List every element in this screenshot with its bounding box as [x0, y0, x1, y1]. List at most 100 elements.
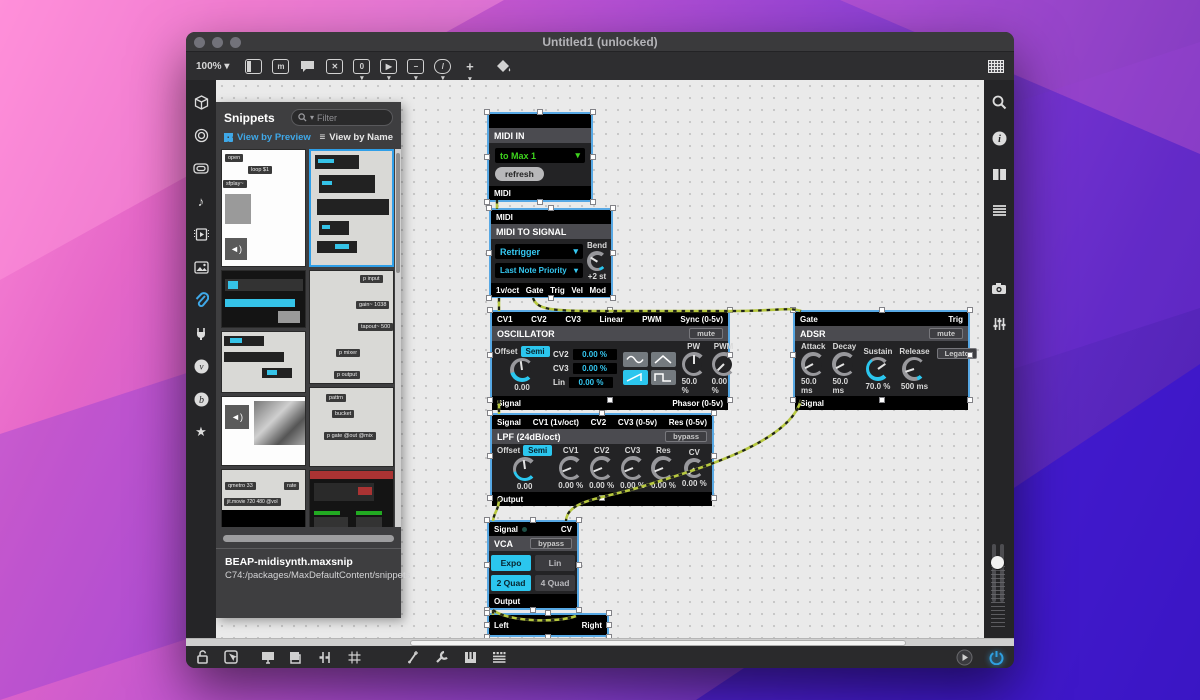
number-box-icon[interactable]: 0	[353, 59, 370, 74]
selection-handle[interactable]	[548, 205, 554, 211]
panel-hscrollbar[interactable]	[223, 535, 394, 542]
semi-toggle[interactable]: Semi	[523, 445, 552, 456]
selection-handle[interactable]	[530, 517, 536, 523]
view-by-name-tab[interactable]: ≡ View by Name	[319, 132, 393, 143]
lpf-cv1-knob[interactable]	[559, 456, 583, 480]
attack-knob[interactable]	[801, 352, 825, 376]
layers-icon[interactable]	[290, 651, 304, 664]
selection-handle[interactable]	[967, 307, 973, 313]
mute-button[interactable]: mute	[689, 328, 723, 339]
priority-dropdown[interactable]: Last Note Priority▾	[495, 263, 583, 278]
image-icon[interactable]	[193, 259, 209, 275]
cv2-numbox[interactable]: 0.00 %	[573, 349, 617, 360]
lpf-offset-knob[interactable]	[513, 457, 537, 481]
selection-handle[interactable]	[484, 610, 490, 616]
plug-icon[interactable]	[193, 325, 209, 341]
selection-handle[interactable]	[548, 295, 554, 301]
wave-square-button[interactable]	[651, 370, 676, 385]
dial-icon[interactable]: /	[434, 59, 451, 74]
selection-handle[interactable]	[484, 517, 490, 523]
add-object-icon[interactable]: +	[461, 59, 478, 74]
clip-player-icon[interactable]	[193, 226, 209, 242]
audio-play-icon[interactable]	[956, 649, 973, 666]
selection-handle[interactable]	[537, 199, 543, 205]
minimize-button[interactable]	[212, 37, 223, 48]
refresh-button[interactable]: refresh	[495, 167, 544, 181]
keypad-icon[interactable]	[492, 651, 506, 664]
selection-handle[interactable]	[790, 307, 796, 313]
cv3-numbox[interactable]: 0.00 %	[573, 363, 617, 374]
presentation-icon[interactable]	[261, 651, 275, 664]
module-adsr[interactable]: GateTrig ADSR mute Attack 50.0 ms Decay …	[793, 310, 970, 400]
select-mode-icon[interactable]	[224, 650, 238, 664]
align-icon[interactable]	[319, 651, 333, 664]
selection-handle[interactable]	[606, 622, 612, 628]
bypass-button[interactable]: bypass	[665, 431, 707, 442]
zoom-gain-slider[interactable]	[989, 544, 1009, 630]
sustain-knob[interactable]	[866, 357, 890, 381]
selection-handle[interactable]	[487, 352, 493, 358]
selection-handle[interactable]	[545, 610, 551, 616]
wave-saw-button[interactable]	[623, 370, 648, 385]
lpf-res-knob[interactable]	[651, 456, 675, 480]
selection-handle[interactable]	[576, 517, 582, 523]
selection-handle[interactable]	[599, 410, 605, 416]
selection-handle[interactable]	[610, 205, 616, 211]
selection-handle[interactable]	[590, 109, 596, 115]
package-icon[interactable]	[193, 94, 209, 110]
beap-icon[interactable]: b	[193, 391, 209, 407]
slider-handle[interactable]	[991, 556, 1004, 569]
lin-numbox[interactable]: 0.00 %	[569, 377, 613, 388]
selection-handle[interactable]	[727, 352, 733, 358]
slider-icon[interactable]: −	[407, 59, 424, 74]
module-vca[interactable]: Signal CV VCA bypass Expo Lin 2 Quad 4 Q…	[487, 520, 579, 610]
selection-handle[interactable]	[879, 307, 885, 313]
lpf-cv3-knob[interactable]	[621, 456, 645, 480]
lpf-cv-knob[interactable]	[684, 458, 704, 478]
mixer-sliders-icon[interactable]	[991, 316, 1007, 332]
favorites-star-icon[interactable]: ★	[193, 424, 209, 440]
selection-handle[interactable]	[879, 397, 885, 403]
view-by-preview-tab[interactable]: View by Preview	[224, 132, 311, 143]
selection-handle[interactable]	[484, 634, 490, 638]
music-note-icon[interactable]: ♪	[193, 193, 209, 209]
module-stereo[interactable]: LeftRight	[487, 613, 609, 637]
snapshot-camera-icon[interactable]	[991, 280, 1007, 296]
bend-knob[interactable]	[587, 251, 607, 271]
selection-handle[interactable]	[590, 154, 596, 160]
paint-bucket-icon[interactable]	[496, 59, 512, 73]
object-box-icon[interactable]: m	[272, 59, 289, 74]
selection-handle[interactable]	[606, 634, 612, 638]
unlock-icon[interactable]	[196, 650, 209, 664]
patcher-canvas[interactable]: MIDI IN to Max 1▾ refresh MIDI MIDI MIDI…	[216, 80, 984, 638]
snippet-thumb[interactable]	[221, 331, 306, 393]
comment-icon[interactable]	[299, 59, 316, 74]
lpf-cv2-knob[interactable]	[590, 456, 614, 480]
selection-handle[interactable]	[790, 352, 796, 358]
wrench-icon[interactable]	[435, 650, 449, 664]
panel-icon[interactable]	[245, 59, 262, 74]
snippet-thumb[interactable]: ◄)	[221, 396, 306, 466]
paperclip-snippets-icon[interactable]	[193, 292, 209, 308]
selection-handle[interactable]	[610, 295, 616, 301]
grid-snap-icon[interactable]	[348, 651, 361, 664]
vizzie-icon[interactable]: v	[193, 358, 209, 374]
selection-handle[interactable]	[711, 453, 717, 459]
selection-handle[interactable]	[486, 205, 492, 211]
pill-button-icon[interactable]	[193, 160, 209, 176]
selection-handle[interactable]	[606, 610, 612, 616]
selection-handle[interactable]	[711, 410, 717, 416]
release-knob[interactable]	[902, 357, 926, 381]
selection-handle[interactable]	[487, 307, 493, 313]
horizontal-scrollbar[interactable]	[186, 638, 1014, 646]
filter-input[interactable]	[317, 113, 381, 123]
rings-icon[interactable]	[193, 127, 209, 143]
toggle-icon[interactable]: ✕	[326, 59, 343, 74]
bypass-button[interactable]: bypass	[530, 538, 572, 549]
selection-handle[interactable]	[484, 622, 490, 628]
keyboard-icon[interactable]	[464, 651, 477, 664]
zoom-level-control[interactable]: 100% ▾	[196, 61, 229, 72]
lin-button[interactable]: Lin	[535, 555, 575, 571]
wave-triangle-button[interactable]	[651, 352, 676, 367]
console-list-icon[interactable]	[991, 202, 1007, 218]
